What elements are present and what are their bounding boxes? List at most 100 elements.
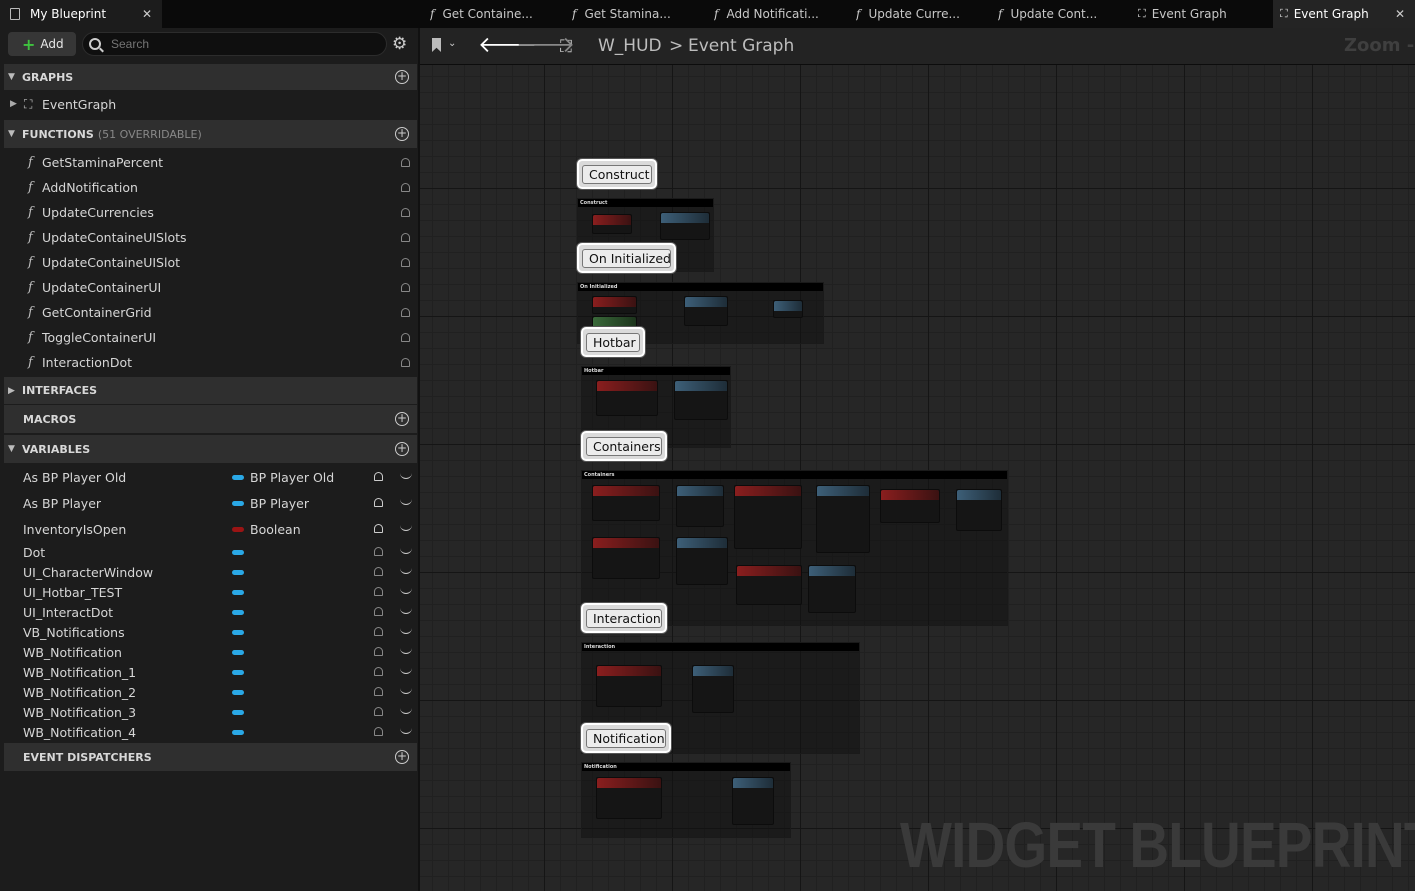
bell-icon[interactable]	[401, 308, 410, 317]
event-node[interactable]	[734, 485, 802, 549]
tab-update-currencies[interactable]: f Update Curre...	[856, 0, 991, 28]
variable-type-pill[interactable]	[232, 590, 244, 595]
function-item[interactable]: f InteractionDot	[4, 350, 417, 375]
bell-icon[interactable]	[374, 607, 383, 616]
function-node[interactable]	[674, 380, 728, 420]
set-node[interactable]	[773, 300, 803, 318]
expand-arrow-icon[interactable]: ▶	[10, 99, 17, 109]
event-node[interactable]	[596, 777, 662, 819]
function-item[interactable]: f UpdateContaineUISlots	[4, 225, 417, 250]
variable-type-pill[interactable]	[232, 650, 244, 655]
function-node[interactable]	[732, 777, 774, 825]
eye-icon[interactable]	[400, 708, 412, 714]
function-item[interactable]: f UpdateContaineUISlot	[4, 250, 417, 275]
tab-get-container[interactable]: f Get Containe...	[430, 0, 565, 28]
variable-type-pill[interactable]	[232, 670, 244, 675]
gear-icon[interactable]: ⚙	[392, 34, 407, 54]
bell-icon[interactable]	[401, 158, 410, 167]
function-node[interactable]	[692, 665, 734, 713]
bell-icon[interactable]	[374, 667, 383, 676]
variable-type-label[interactable]: BP Player	[250, 496, 309, 511]
bell-icon[interactable]	[401, 183, 410, 192]
eye-icon[interactable]	[400, 628, 412, 634]
add-macro-icon[interactable]: +	[395, 412, 409, 426]
section-interfaces[interactable]: ▶ INTERFACES	[4, 377, 417, 404]
event-node[interactable]	[736, 565, 802, 605]
variable-item[interactable]: WB_Notification_3	[4, 702, 417, 722]
tab-update-container[interactable]: f Update Cont...	[998, 0, 1133, 28]
variable-type-label[interactable]: Boolean	[250, 522, 301, 537]
comment-bubble-interaction[interactable]: Interaction	[581, 603, 667, 633]
graph-canvas[interactable]: ⌄ 🡐 🡒 ⛶ W_HUD > Event Graph Zoom -6 Cons…	[420, 28, 1415, 891]
variable-item[interactable]: UI_CharacterWindow	[4, 562, 417, 582]
section-macros[interactable]: MACROS +	[4, 405, 417, 433]
event-node[interactable]	[592, 214, 632, 234]
comment-bubble-containers[interactable]: Containers	[581, 431, 667, 461]
add-dispatcher-icon[interactable]: +	[395, 750, 409, 764]
close-icon[interactable]: ✕	[142, 7, 152, 21]
section-functions[interactable]: ▼ FUNCTIONS (51 OVERRIDABLE) +	[4, 120, 417, 148]
function-node[interactable]	[956, 489, 1002, 531]
variable-item[interactable]: WB_Notification_4	[4, 722, 417, 742]
variable-item[interactable]: VB_Notifications	[4, 622, 417, 642]
bell-icon[interactable]	[401, 358, 410, 367]
eye-icon[interactable]	[400, 688, 412, 694]
bell-icon[interactable]	[374, 498, 383, 507]
comment-bubble-notification[interactable]: Notification	[581, 723, 671, 753]
add-variable-icon[interactable]: +	[395, 442, 409, 456]
variable-type-pill[interactable]	[232, 501, 244, 506]
bell-icon[interactable]	[374, 524, 383, 533]
breadcrumb-root[interactable]: W_HUD	[598, 36, 662, 56]
add-button[interactable]: + Add	[8, 32, 76, 56]
variable-item[interactable]: InventoryIsOpen Boolean	[4, 516, 417, 542]
add-function-icon[interactable]: +	[395, 127, 409, 141]
variable-type-pill[interactable]	[232, 710, 244, 715]
search-input[interactable]	[111, 37, 351, 51]
bell-icon[interactable]	[374, 567, 383, 576]
variable-type-pill[interactable]	[232, 475, 244, 480]
variable-type-pill[interactable]	[232, 730, 244, 735]
comment-bubble-hotbar[interactable]: Hotbar	[581, 327, 645, 357]
eye-icon[interactable]	[400, 499, 412, 505]
tab-my-blueprint[interactable]: My Blueprint ✕	[0, 0, 162, 28]
variable-item[interactable]: UI_Hotbar_TEST	[4, 582, 417, 602]
variable-type-pill[interactable]	[232, 527, 244, 532]
tab-add-notification[interactable]: f Add Notificati...	[714, 0, 849, 28]
variable-type-pill[interactable]	[232, 610, 244, 615]
function-node[interactable]	[816, 485, 870, 553]
eye-icon[interactable]	[400, 728, 412, 734]
event-node[interactable]	[596, 665, 662, 707]
bell-icon[interactable]	[401, 333, 410, 342]
eye-icon[interactable]	[400, 648, 412, 654]
eye-icon[interactable]	[400, 608, 412, 614]
function-item[interactable]: f AddNotification	[4, 175, 417, 200]
event-node[interactable]	[592, 485, 660, 521]
eye-icon[interactable]	[400, 568, 412, 574]
cast-node[interactable]	[684, 296, 728, 326]
section-graphs[interactable]: ▼ GRAPHS +	[4, 64, 417, 90]
bell-icon[interactable]	[374, 627, 383, 636]
variable-item[interactable]: As BP Player BP Player	[4, 490, 417, 516]
event-node[interactable]	[592, 537, 660, 579]
event-node[interactable]	[880, 489, 940, 523]
close-icon[interactable]: ✕	[1395, 7, 1405, 21]
bell-icon[interactable]	[374, 547, 383, 556]
variable-item[interactable]: WB_Notification	[4, 642, 417, 662]
bell-icon[interactable]	[401, 208, 410, 217]
bell-icon[interactable]	[374, 647, 383, 656]
eye-icon[interactable]	[400, 588, 412, 594]
variable-item[interactable]: UI_InteractDot	[4, 602, 417, 622]
variable-type-label[interactable]: BP Player Old	[250, 470, 334, 485]
bookmark-icon[interactable]	[432, 38, 441, 52]
eye-icon[interactable]	[400, 525, 412, 531]
bell-icon[interactable]	[374, 587, 383, 596]
function-item[interactable]: f UpdateContainerUI	[4, 275, 417, 300]
variable-item[interactable]: WB_Notification_1	[4, 662, 417, 682]
tab-event-graph-active[interactable]: ⛶ Event Graph ✕	[1273, 0, 1415, 28]
search-box[interactable]	[82, 32, 387, 56]
bell-icon[interactable]	[374, 687, 383, 696]
eye-icon[interactable]	[400, 548, 412, 554]
comment-bubble-on-initialized[interactable]: On Initialized	[577, 243, 676, 273]
variable-type-pill[interactable]	[232, 570, 244, 575]
function-node[interactable]	[660, 212, 710, 240]
